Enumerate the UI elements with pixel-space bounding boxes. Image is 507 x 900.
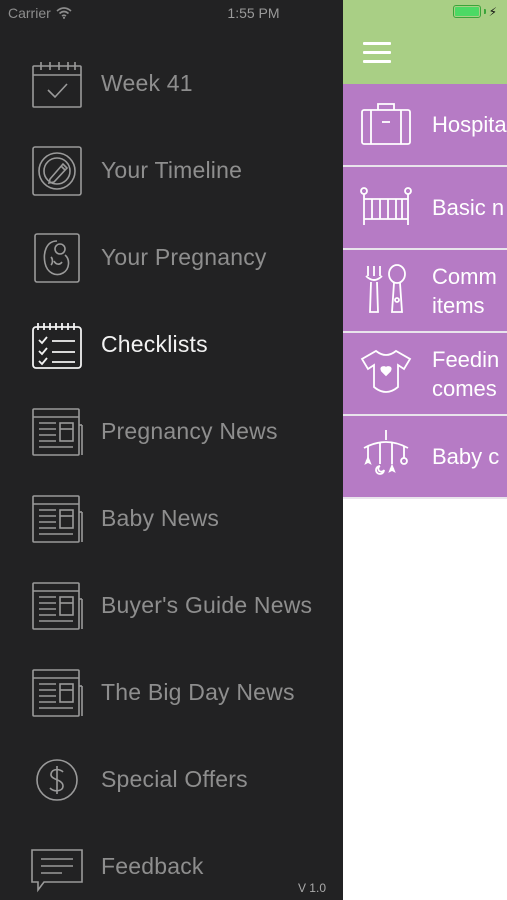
checklist-row-common[interactable]: Comm items bbox=[343, 250, 507, 333]
menu-label-pregnancy: Your Pregnancy bbox=[101, 244, 267, 270]
menu-label-checklists: Checklists bbox=[101, 331, 208, 357]
menu-label-big-day-news: The Big Day News bbox=[101, 679, 295, 705]
checklist-row-basic[interactable]: Basic n bbox=[343, 167, 507, 250]
menu-item-pregnancy[interactable]: Your Pregnancy bbox=[0, 214, 343, 301]
feedback-speech-icon bbox=[30, 840, 84, 894]
menu-item-baby-news[interactable]: Baby News bbox=[0, 475, 343, 562]
menu-label-timeline: Your Timeline bbox=[101, 157, 243, 183]
checklist-row-baby[interactable]: Baby c bbox=[343, 416, 507, 499]
menu-label-buyers-guide-news: Buyer's Guide News bbox=[101, 592, 313, 618]
newspaper-icon bbox=[30, 492, 84, 546]
onesie-icon bbox=[358, 345, 414, 401]
wifi-icon bbox=[56, 7, 72, 19]
menu-label-week: Week 41 bbox=[101, 70, 193, 96]
newspaper-icon bbox=[30, 666, 84, 720]
menu-label-baby-news: Baby News bbox=[101, 505, 220, 531]
app-version: V 1.0 bbox=[297, 881, 326, 895]
carrier-label: Carrier bbox=[8, 5, 51, 21]
status-carrier: Carrier bbox=[8, 5, 72, 21]
menu-label-special-offers: Special Offers bbox=[101, 766, 248, 792]
menu-item-big-day-news[interactable]: The Big Day News bbox=[0, 649, 343, 736]
checklist-row-hospital[interactable]: Hospita bbox=[343, 84, 507, 167]
newspaper-icon bbox=[30, 405, 84, 459]
side-drawer: Carrier Week 41 Your Timeline Your Pregn… bbox=[0, 0, 343, 900]
menu-item-timeline[interactable]: Your Timeline bbox=[0, 127, 343, 214]
menu-item-feedback[interactable]: Feedback bbox=[0, 823, 343, 900]
charging-bolt-icon: ⚡ bbox=[488, 4, 497, 19]
hamburger-menu-icon[interactable] bbox=[363, 42, 391, 64]
status-battery: ⚡ bbox=[452, 4, 497, 19]
suitcase-icon bbox=[358, 96, 414, 152]
dollar-coin-icon bbox=[30, 753, 84, 807]
main-content: Hospita Basic n Comm items Feedin comes … bbox=[343, 0, 507, 900]
clock-pencil-icon bbox=[30, 144, 84, 198]
menu-label-pregnancy-news: Pregnancy News bbox=[101, 418, 278, 444]
crib-icon bbox=[358, 179, 414, 235]
checklist-icon bbox=[30, 318, 84, 372]
newspaper-icon bbox=[30, 579, 84, 633]
menu-item-special-offers[interactable]: Special Offers bbox=[0, 736, 343, 823]
menu-item-checklists[interactable]: Checklists bbox=[0, 301, 343, 388]
checklist-label-basic: Basic n bbox=[432, 195, 505, 220]
app-screen: Carrier Week 41 Your Timeline Your Pregn… bbox=[0, 0, 507, 900]
menu-label-feedback: Feedback bbox=[101, 853, 204, 879]
checklist-label-baby: Baby c bbox=[432, 444, 500, 469]
fork-spoon-icon bbox=[358, 262, 414, 318]
fetus-icon bbox=[30, 231, 84, 285]
menu-item-buyers-guide-news[interactable]: Buyer's Guide News bbox=[0, 562, 343, 649]
baby-mobile-icon bbox=[358, 428, 414, 484]
checklist-label-feeding: Feedin comes bbox=[432, 347, 500, 401]
battery-icon bbox=[452, 5, 481, 18]
menu-item-week[interactable]: Week 41 bbox=[0, 40, 343, 127]
calendar-check-icon bbox=[30, 57, 84, 111]
menu-item-pregnancy-news[interactable]: Pregnancy News bbox=[0, 388, 343, 475]
checklist-label-hospital: Hospita bbox=[432, 112, 507, 137]
checklist-label-common: Comm items bbox=[432, 264, 497, 318]
checklist-row-feeding[interactable]: Feedin comes bbox=[343, 333, 507, 416]
